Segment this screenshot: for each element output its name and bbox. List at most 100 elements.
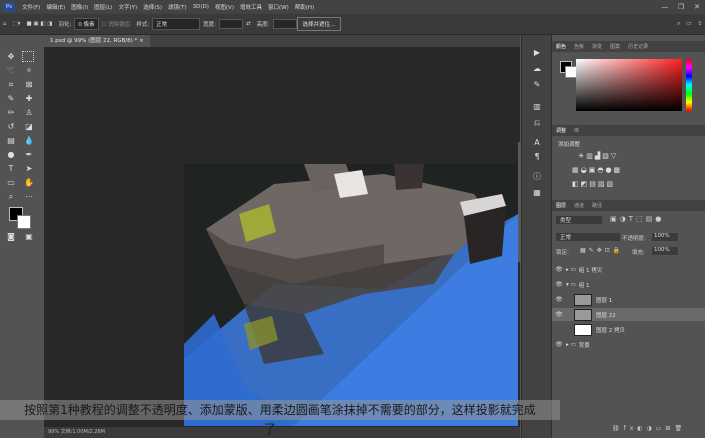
style-select[interactable]: 正常 [152,18,201,30]
visibility-eye-icon[interactable]: 👁 [552,341,566,348]
character-icon[interactable]: A [530,137,544,149]
antialias-checkbox[interactable]: ☐ 消除锯齿 [102,20,131,28]
blend-mode-select[interactable]: 正常 [556,233,620,241]
maximize-button[interactable]: ❐ [673,3,689,11]
opacity-input[interactable]: 100% [652,233,678,241]
menu-filter[interactable]: 滤镜(T) [165,3,190,11]
tab-adjustments[interactable]: 调整 [552,127,570,134]
eyedropper-icon[interactable]: ✎ [4,93,18,105]
zoom-tool-icon[interactable]: ⌕ [4,191,18,203]
fill-input[interactable]: 100% [652,247,678,255]
visibility-eye-icon[interactable]: 👁 [552,296,566,303]
layer-row-group-copy[interactable]: 👁 ▸ ▭ 组 1 拷贝 [552,263,705,276]
visibility-eye-icon[interactable]: 👁 [552,311,566,318]
menu-layer[interactable]: 图层(L) [91,3,115,11]
height-input[interactable] [272,19,297,29]
workspace-icon[interactable]: ▭ [686,21,691,27]
frame-tool-icon[interactable]: ⊠ [22,79,36,91]
close-tab-icon[interactable]: × [139,38,144,44]
hand-tool-icon[interactable]: ✋ [22,177,36,189]
menu-type[interactable]: 文字(Y) [116,3,141,11]
menu-plugins[interactable]: 增效工具 [237,3,265,11]
menu-view[interactable]: 视图(V) [212,3,237,11]
minimize-button[interactable]: — [657,3,673,11]
color-picker-field[interactable] [576,59,682,111]
menu-3d[interactable]: 3D(D) [190,4,212,10]
tab-libraries[interactable]: 库 [570,127,583,134]
history-icon[interactable]: ⎌ [530,117,544,129]
marquee-preset-icon[interactable]: ⬚▾ [13,21,21,27]
crop-tool-icon[interactable]: ⌗ [4,79,18,91]
healing-brush-icon[interactable]: ✚ [22,93,36,105]
menu-file[interactable]: 文件(F) [19,3,43,11]
document-canvas[interactable] [184,164,518,426]
layer-row-group[interactable]: 👁 ▾ ▭ 组 1 [552,278,705,291]
menu-image[interactable]: 图像(I) [68,3,91,11]
layer-row-layer1[interactable]: 👁 图层 1 [552,293,705,306]
brush-settings-icon[interactable]: ✎ [530,79,544,91]
rectangle-tool-icon[interactable]: ▭ [4,177,18,189]
feather-input[interactable]: 0 像素 [74,18,99,30]
tab-history[interactable]: 历史记录 [624,43,652,50]
lock-icons[interactable]: ▦✎✥⊡🔒 [580,247,623,254]
clone-stamp-icon[interactable]: ♙ [22,107,36,119]
share-icon[interactable]: ⇪ [697,21,702,27]
magic-wand-icon[interactable]: ✧ [22,65,36,77]
hue-slider[interactable] [686,59,692,111]
path-select-icon[interactable]: ➤ [22,163,36,175]
blur-tool-icon[interactable]: 💧 [22,135,36,147]
menu-window[interactable]: 窗口(W) [265,3,292,11]
adjustment-icons-row-2[interactable]: ▦◒▣◓●▩ [572,166,622,174]
dodge-tool-icon[interactable]: ● [4,149,18,161]
adjustment-icons-row-3[interactable]: ◧◩▤▧▨ [572,180,615,188]
layer-row-background[interactable]: 👁 ▸ ▭ 背景 [552,338,705,351]
more-tools-icon[interactable]: ⋯ [22,191,36,203]
layers-comp-icon[interactable]: ▥ [530,101,544,113]
move-tool-icon[interactable]: ✥ [4,51,18,63]
marquee-tool-icon[interactable] [22,51,34,62]
select-and-mask-button[interactable]: 选择并遮住... [296,17,342,31]
selection-mode-icons[interactable]: ■ ▣ ◧ ◨ [26,21,52,27]
tab-layers[interactable]: 图层 [552,202,570,209]
eraser-icon[interactable]: ◪ [22,121,36,133]
tab-swatches[interactable]: 色板 [570,43,588,50]
info-icon[interactable]: ⓘ [530,171,544,183]
menu-select[interactable]: 选择(S) [140,3,165,11]
glyphs-icon[interactable]: ▦ [530,187,544,199]
menu-edit[interactable]: 编辑(E) [43,3,68,11]
history-brush-icon[interactable]: ↺ [4,121,18,133]
type-tool-icon[interactable]: T [4,163,18,175]
swap-icon[interactable]: ⇄ [246,21,251,27]
layer-row-layer22-selected[interactable]: 👁 图层 22 [552,308,705,321]
search-icon[interactable]: ⌕ [677,21,680,28]
layer-name: 组 1 [578,282,590,289]
document-tab-bar: 1.psd @ 99% (图层 22, RGB/8) * × [44,35,520,47]
background-color-swatch[interactable] [17,215,31,229]
width-input[interactable] [219,19,244,29]
clouds-icon[interactable]: ☁ [530,63,544,75]
brush-tool-icon[interactable]: ✏ [4,107,18,119]
menu-help[interactable]: 帮助(H) [292,3,317,11]
tab-paths[interactable]: 路径 [588,202,606,209]
close-button[interactable]: ✕ [689,3,705,11]
document-tab[interactable]: 1.psd @ 99% (图层 22, RGB/8) * × [44,35,150,47]
paragraph-icon[interactable]: ¶ [530,151,544,163]
play-icon[interactable]: ▶ [530,47,544,59]
tab-gradients[interactable]: 渐变 [588,43,606,50]
visibility-eye-icon[interactable]: 👁 [552,266,566,273]
gradient-tool-icon[interactable]: ▤ [4,135,18,147]
home-icon[interactable]: ⌂ [3,21,7,27]
tab-color[interactable]: 颜色 [552,43,570,50]
layer-filter-select[interactable]: 类型 [556,216,602,224]
visibility-eye-icon[interactable]: 👁 [552,281,566,288]
pen-tool-icon[interactable]: ✒ [22,149,36,161]
layer-footer-icons[interactable]: ⛓fx◐◑▭⊞🗑 [612,425,686,432]
tab-channels[interactable]: 通道 [570,202,588,209]
adjustment-icons-row-1[interactable]: ☀▥▟▧▽ [578,152,618,160]
lasso-tool-icon[interactable]: ➰ [4,65,18,77]
layer-row-layer2-copy[interactable]: 图层 2 拷贝 [552,323,705,336]
tab-patterns[interactable]: 图案 [606,43,624,50]
screen-mode-icon[interactable]: ▣ [22,231,36,243]
quick-mask-icon[interactable]: ◙ [4,231,18,243]
layer-filter-icons[interactable]: ▣◑T⬚▤● [610,215,664,223]
